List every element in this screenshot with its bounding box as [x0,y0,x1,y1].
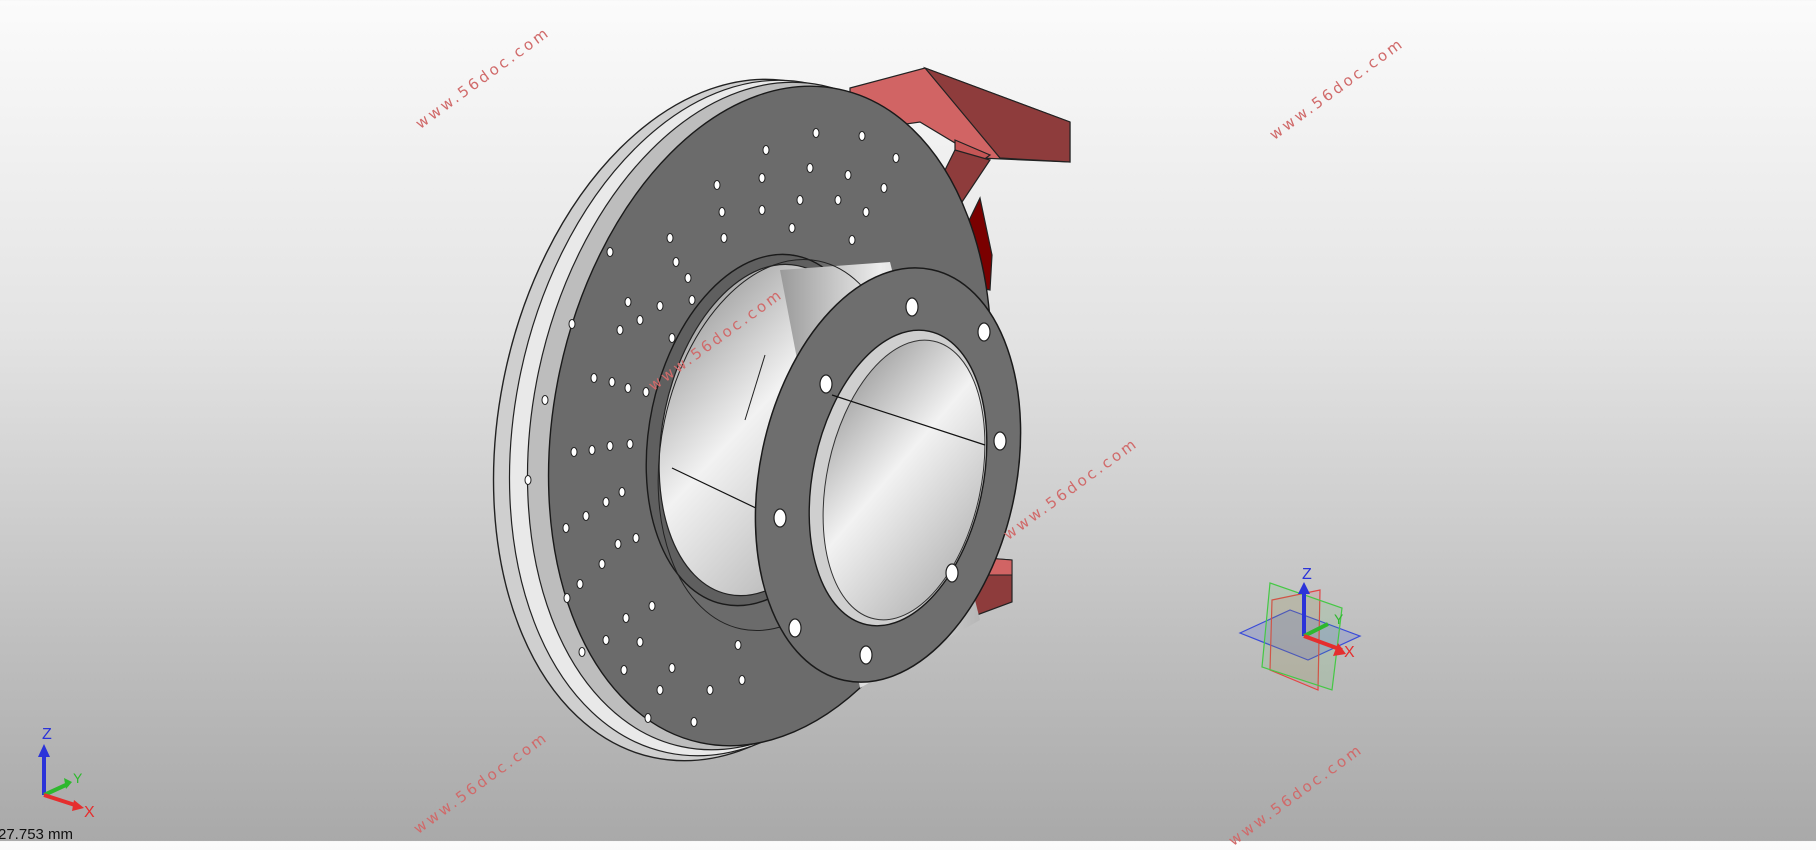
model-canvas[interactable] [0,0,1816,841]
scale-readout: 27.753 mm [0,826,74,843]
viewcube-y-label: Y [1334,611,1344,627]
viewcube-z-label: Z [1302,566,1312,583]
triad-y-label: Y [73,770,83,786]
triad-z-label: Z [42,726,52,743]
triad-x-label: X [84,804,95,821]
view-cube[interactable] [1238,582,1362,691]
viewcube-x-label: X [1344,644,1355,661]
3d-viewport[interactable]: Z Y X Z Y X 27.753 mm www.56doc.com www.… [0,0,1816,850]
